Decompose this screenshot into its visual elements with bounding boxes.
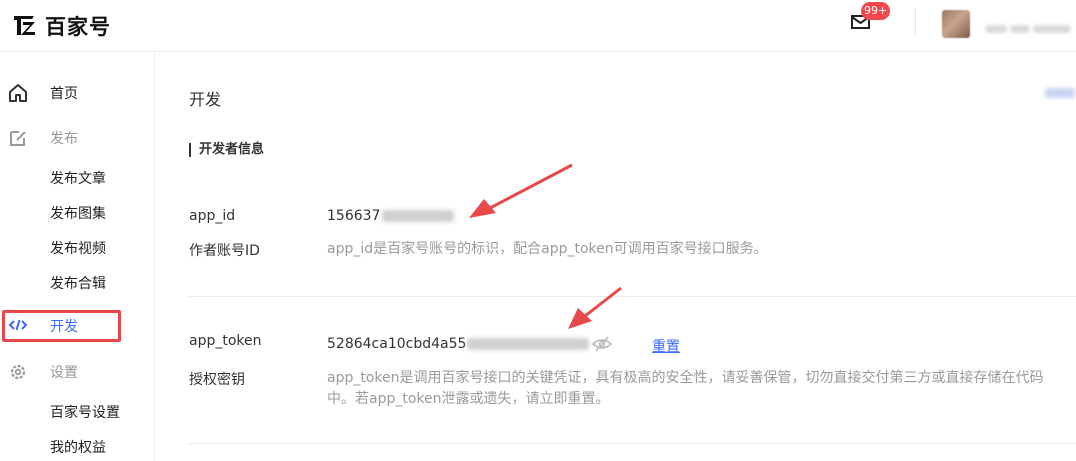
sidebar-item-label: 发布图集	[50, 206, 106, 222]
app-id-description: app_id是百家号账号的标识，配合app_token可调用百家号接口服务。	[327, 241, 768, 257]
sidebar-item-publish-collection[interactable]: 发布合辑	[0, 268, 155, 298]
section-title: 开发者信息	[189, 143, 264, 157]
sidebar-item-label: 我的权益	[50, 440, 106, 456]
sidebar-item-label: 发布	[50, 131, 78, 147]
app-token-value: 52864ca10cbd4a55	[327, 336, 590, 352]
highlight-box	[2, 310, 121, 342]
divider	[189, 296, 1076, 297]
gear-icon	[10, 364, 26, 380]
notification-badge: 99+	[861, 2, 891, 20]
username-masked[interactable]	[985, 18, 1075, 33]
app-id-visible: 156637	[327, 208, 381, 224]
sidebar-item-account-settings[interactable]: 百家号设置	[0, 397, 155, 427]
sidebar-item-publish-video[interactable]: 发布视频	[0, 233, 155, 263]
sidebar-item-label: 首页	[50, 86, 78, 102]
sidebar-item-label: 发布文章	[50, 171, 106, 187]
sidebar-item-publish-article[interactable]: 发布文章	[0, 163, 155, 193]
sidebar: 首页 发布 发布文章 发布图集 发布视频 发布合辑 开发 设置 百家号设置 我的…	[0, 53, 155, 461]
edit-icon	[10, 131, 26, 146]
app-token-sublabel: 授权密钥	[189, 372, 245, 388]
masked-value	[467, 338, 590, 350]
header-divider	[915, 8, 916, 36]
sidebar-item-my-benefits[interactable]: 我的权益	[0, 432, 155, 461]
sidebar-item-label: 百家号设置	[50, 405, 120, 421]
arrow-app-token	[568, 286, 622, 329]
sidebar-item-label: 发布合辑	[50, 276, 106, 292]
divider	[189, 443, 1076, 444]
app-token-description: app_token是调用百家号接口的关键凭证，具有极高的安全性，请妥善保管，切勿…	[327, 370, 1044, 407]
sidebar-item-publish-gallery[interactable]: 发布图集	[0, 198, 155, 228]
arrow-app-id	[469, 163, 573, 218]
avatar[interactable]	[942, 10, 970, 38]
sidebar-item-label: 设置	[50, 365, 78, 381]
brand-logo-icon	[14, 16, 35, 35]
sidebar-item-label: 发布视频	[50, 241, 106, 257]
eye-off-icon[interactable]	[592, 335, 612, 353]
brand-name: 百家号	[45, 15, 111, 39]
masked-value	[382, 210, 455, 222]
sidebar-item-home[interactable]: 首页	[0, 78, 155, 108]
reset-token-link[interactable]: 重置	[652, 336, 680, 356]
sidebar-group-settings[interactable]: 设置	[0, 357, 155, 387]
home-icon	[9, 84, 27, 102]
app-token-label: app_token	[189, 333, 262, 349]
top-header: 百家号 99+	[0, 0, 1076, 52]
masked-link[interactable]	[1045, 88, 1075, 98]
app-token-visible: 52864ca10cbd4a55	[327, 336, 467, 352]
page-title: 开发	[189, 90, 222, 109]
app-id-value: 156637	[327, 208, 455, 224]
app-id-sublabel: 作者账号ID	[189, 243, 260, 259]
brand-logo[interactable]: 百家号	[12, 12, 111, 40]
sidebar-group-publish[interactable]: 发布	[0, 123, 155, 153]
app-id-label: app_id	[189, 208, 236, 224]
